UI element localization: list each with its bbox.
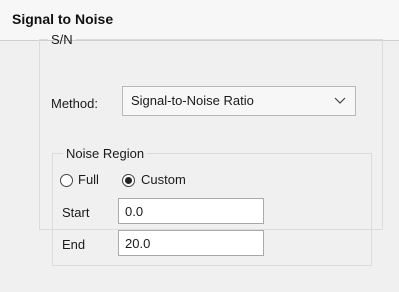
custom-radio[interactable]	[122, 174, 135, 187]
noise-region-legend: Noise Region	[66, 146, 145, 161]
start-input[interactable]: 0.0	[118, 198, 264, 224]
method-selected-value: Signal-to-Noise Ratio	[131, 93, 254, 108]
end-value: 20.0	[125, 236, 151, 251]
start-label: Start	[62, 205, 90, 220]
custom-radio-label[interactable]: Custom	[141, 172, 186, 187]
end-input[interactable]: 20.0	[118, 230, 264, 256]
end-label: End	[62, 237, 86, 252]
full-radio[interactable]	[60, 174, 73, 187]
method-select[interactable]: Signal-to-Noise Ratio	[122, 86, 356, 116]
full-radio-label[interactable]: Full	[78, 172, 99, 187]
sn-group-legend: S/N	[51, 32, 73, 47]
start-value: 0.0	[125, 204, 144, 219]
method-label: Method:	[51, 96, 98, 111]
panel-title: Signal to Noise	[12, 11, 114, 27]
chevron-down-icon	[334, 97, 346, 104]
